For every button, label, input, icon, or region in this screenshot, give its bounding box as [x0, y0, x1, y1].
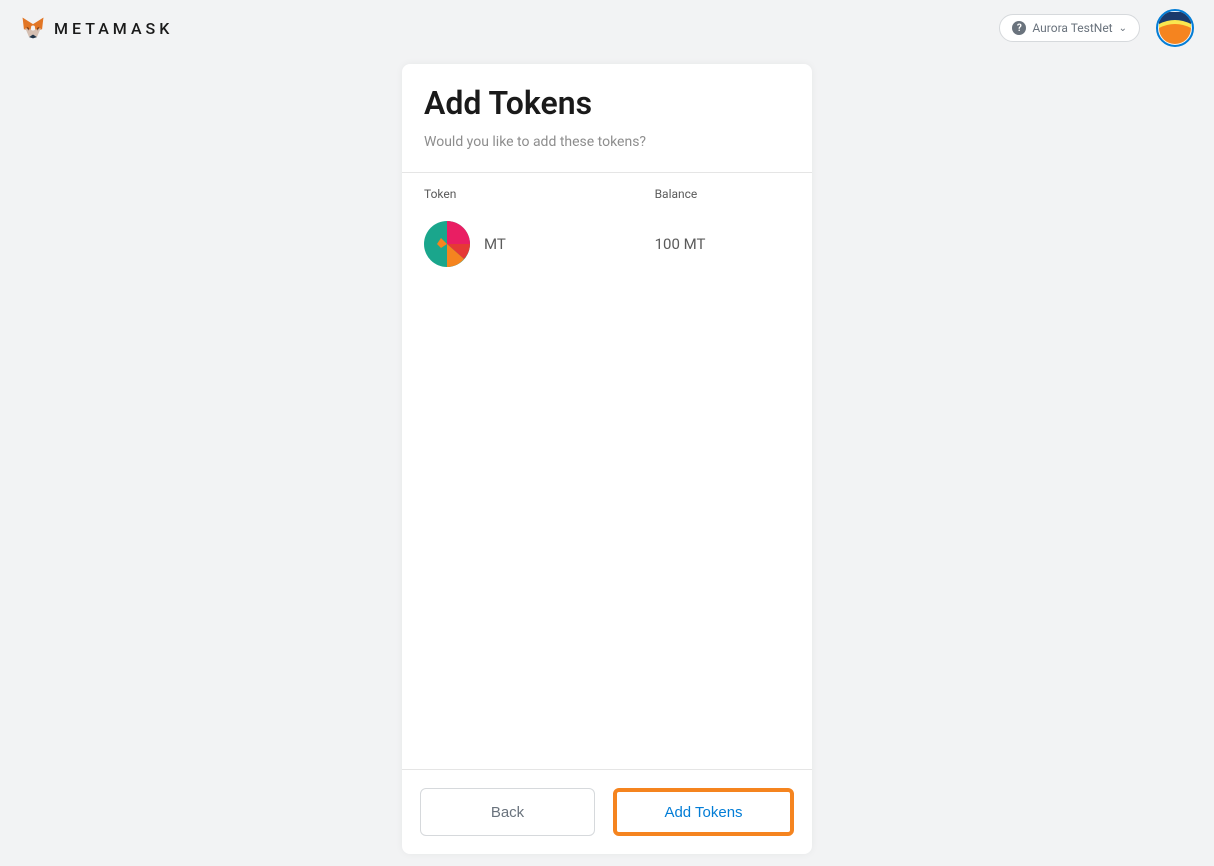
logo-section: METAMASK: [20, 15, 173, 41]
network-name: Aurora TestNet: [1032, 21, 1112, 35]
app-header: METAMASK ? Aurora TestNet ⌄: [0, 0, 1214, 56]
token-symbol: MT: [484, 235, 506, 253]
token-icon: [424, 221, 470, 267]
token-info: MT: [424, 221, 655, 267]
chevron-down-icon: ⌄: [1119, 23, 1127, 34]
column-token-header: Token: [424, 187, 655, 201]
brand-name: METAMASK: [54, 19, 173, 38]
list-header: Token Balance: [424, 187, 790, 201]
card-footer: Back Add Tokens: [402, 769, 812, 854]
account-avatar[interactable]: [1156, 9, 1194, 47]
page-title: Add Tokens: [424, 84, 790, 122]
card-header: Add Tokens Would you like to add these t…: [402, 64, 812, 173]
add-tokens-card: Add Tokens Would you like to add these t…: [402, 64, 812, 854]
back-button[interactable]: Back: [420, 788, 595, 836]
token-row: MT 100 MT: [424, 221, 790, 267]
metamask-fox-icon: [20, 15, 46, 41]
network-selector[interactable]: ? Aurora TestNet ⌄: [999, 14, 1140, 42]
token-list: Token Balance MT 100 MT: [402, 173, 812, 769]
column-balance-header: Balance: [655, 187, 790, 201]
page-subtitle: Would you like to add these tokens?: [424, 134, 790, 150]
main-area: Add Tokens Would you like to add these t…: [0, 56, 1214, 866]
help-icon: ?: [1012, 21, 1026, 35]
add-tokens-button[interactable]: Add Tokens: [613, 788, 794, 836]
header-right: ? Aurora TestNet ⌄: [999, 9, 1194, 47]
token-balance: 100 MT: [655, 235, 790, 253]
